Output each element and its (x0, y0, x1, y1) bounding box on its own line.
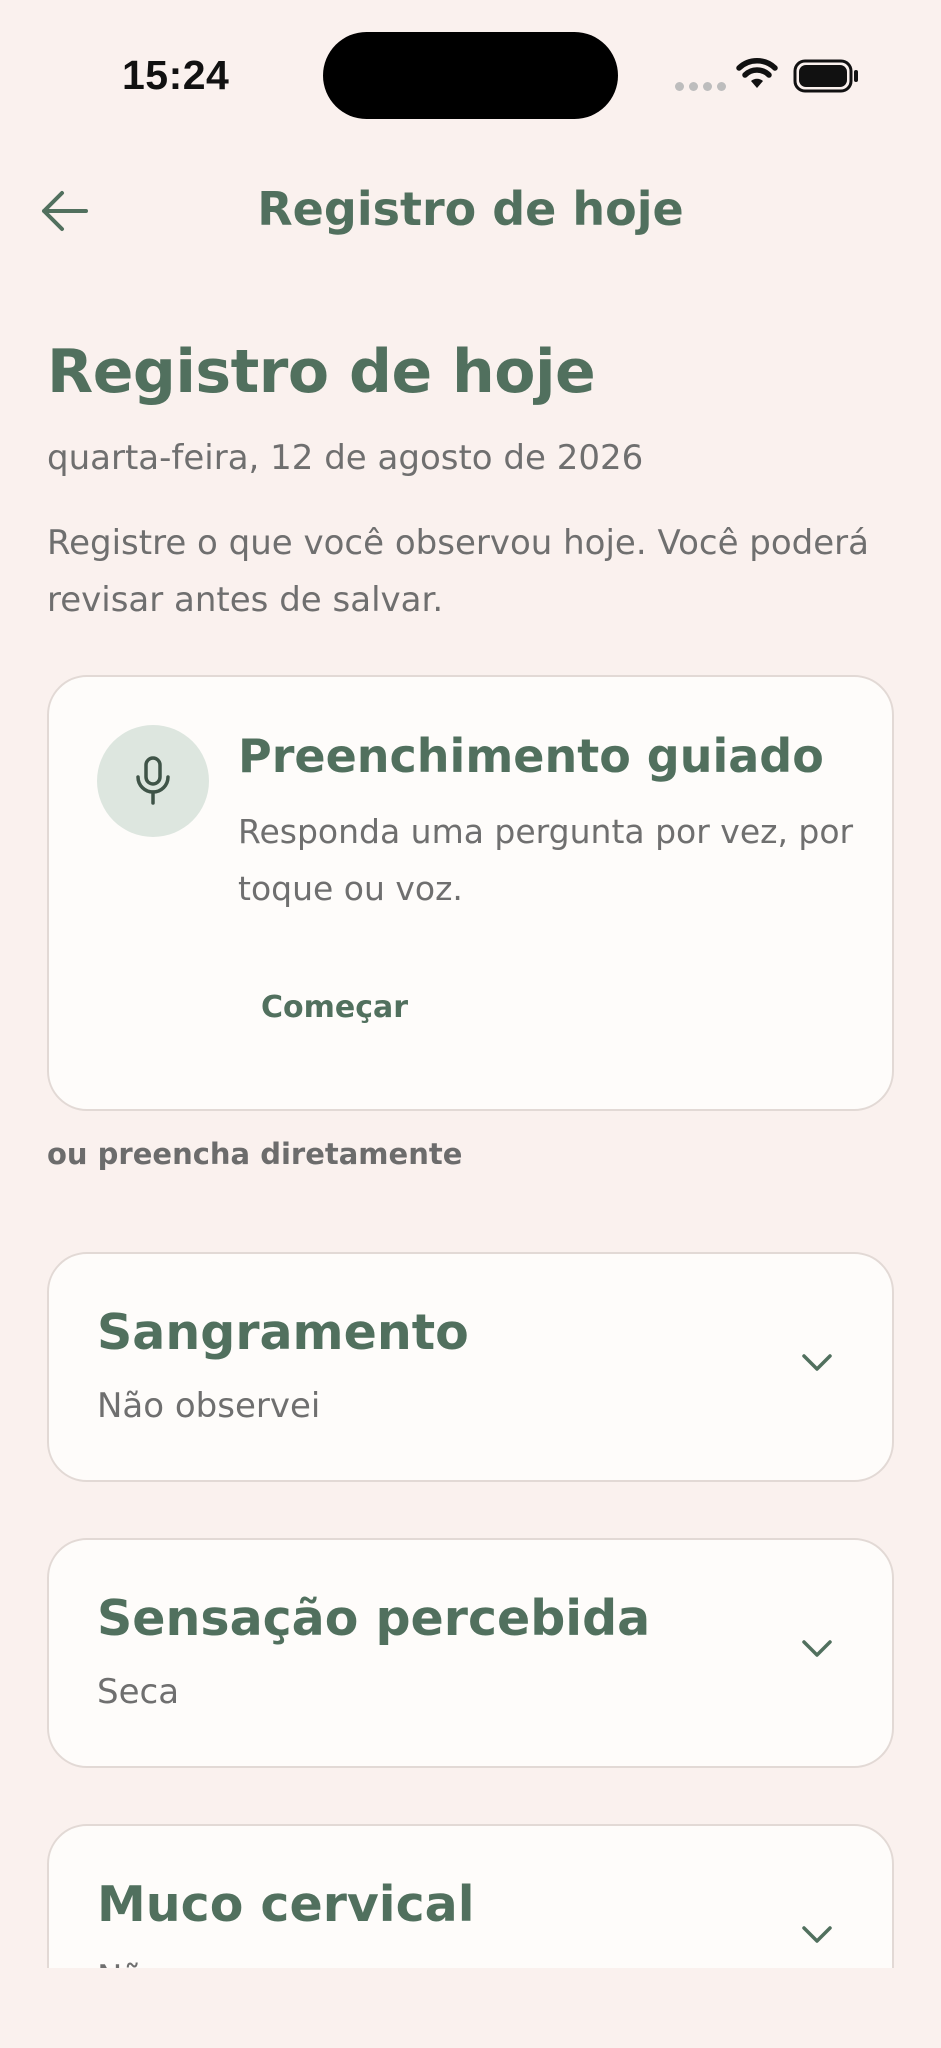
start-button[interactable]: Começar (259, 984, 410, 1031)
nav-bar: Registro de hoje (0, 170, 941, 250)
battery-icon (793, 59, 858, 93)
field-sensation[interactable]: Sensação percebida Seca (47, 1538, 894, 1768)
field-value: Não observei (97, 1386, 321, 1426)
field-cervical-mucus[interactable]: Muco cervical Não... (47, 1824, 894, 1968)
page-description: Registre o que você observou hoje. Você … (47, 523, 869, 620)
field-value: Seca (97, 1672, 180, 1712)
dynamic-island (323, 32, 618, 119)
screen: 15:24 Registro de hoje Registro de hoje … (0, 0, 941, 1968)
wifi-icon (736, 58, 778, 88)
direct-fill-label: ou preencha diretamente (47, 1137, 463, 1171)
chevron-down-icon (802, 1926, 832, 1943)
status-bar: 15:24 (0, 0, 941, 150)
cellular-signal-icon (675, 82, 726, 91)
guided-fill-card: Preenchimento guiado Responda uma pergun… (47, 675, 894, 1111)
page-title: Registro de hoje (47, 337, 596, 407)
field-value: Não... (97, 1958, 196, 1968)
field-bleeding[interactable]: Sangramento Não observei (47, 1252, 894, 1482)
microphone-icon-container (97, 725, 209, 837)
chevron-down-icon (802, 1640, 832, 1657)
guided-fill-description: Responda uma pergunta por vez, por toque… (238, 812, 854, 908)
field-title: Sensação percebida (97, 1590, 651, 1647)
chevron-down-icon (802, 1354, 832, 1371)
nav-title: Registro de hoje (257, 182, 684, 236)
guided-fill-title: Preenchimento guiado (238, 729, 824, 783)
status-time: 15:24 (122, 52, 230, 98)
field-title: Muco cervical (97, 1876, 475, 1933)
page-date: quarta-feira, 12 de agosto de 2026 (47, 438, 644, 478)
field-title: Sangramento (97, 1304, 469, 1361)
microphone-icon (136, 756, 170, 805)
